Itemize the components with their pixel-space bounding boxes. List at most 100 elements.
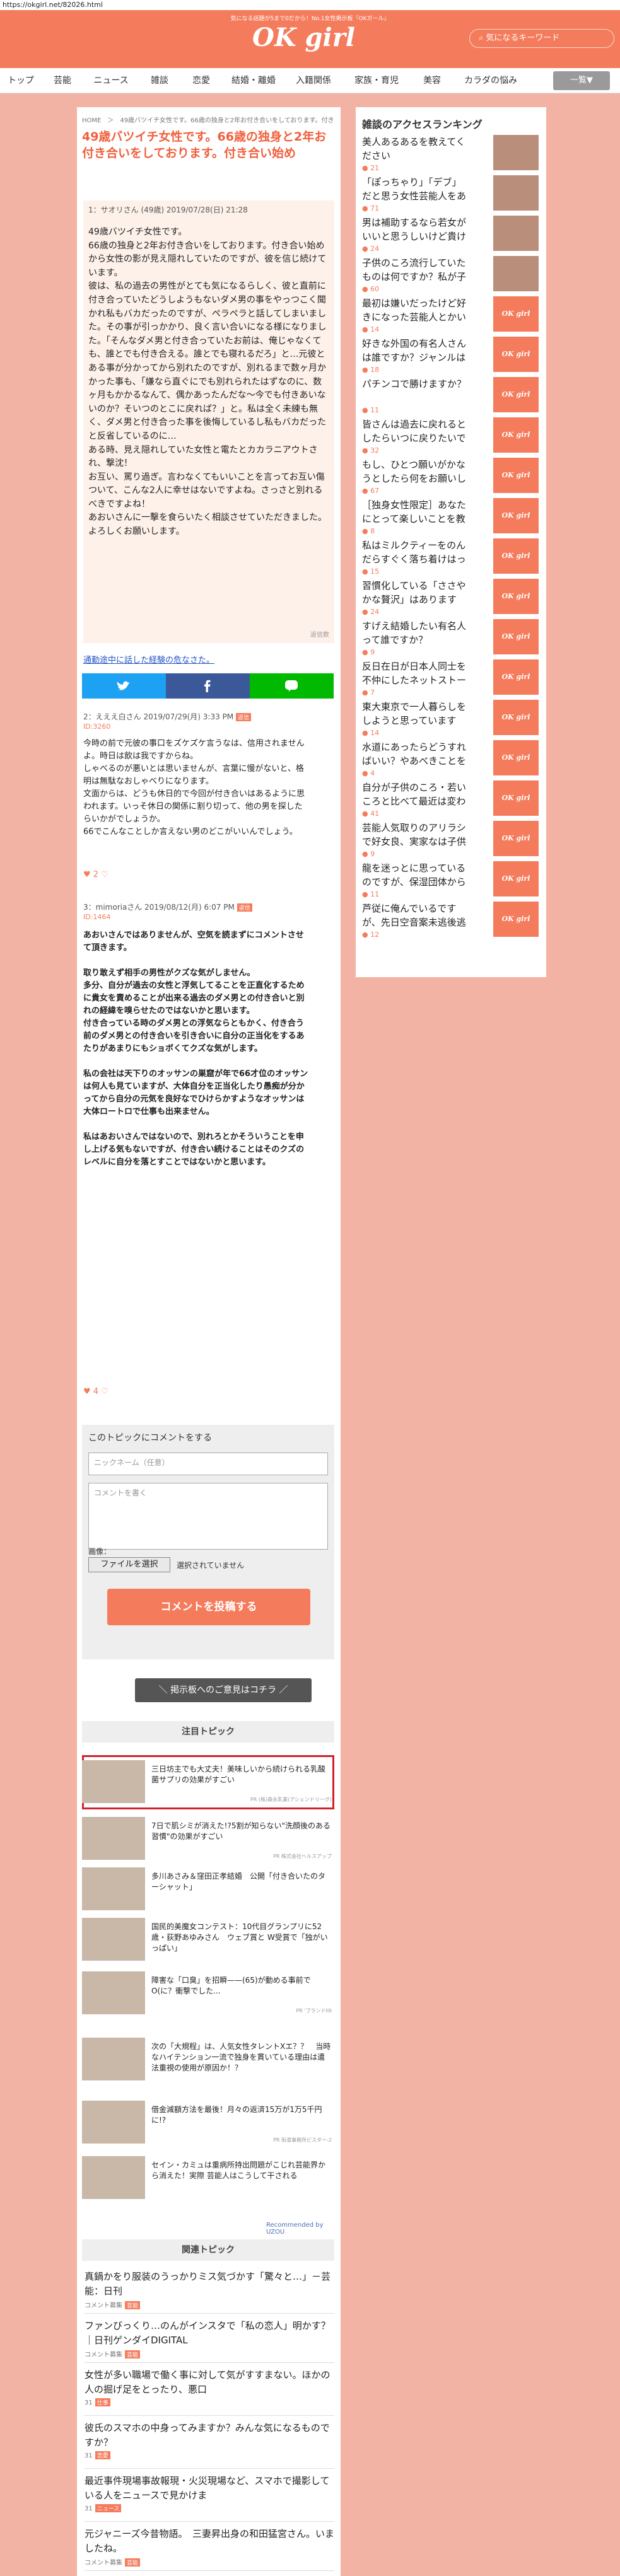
ranking-item[interactable]: 最初は嫌いだったけど好きになった芸能人とかいますか？● 14 OK girl xyxy=(362,296,545,334)
ranking-title[interactable]: 私はミルクティーをのんだらすぐく落ち着けはっとしますなさんは何をしたときに落ち着… xyxy=(362,538,469,566)
ranking-item[interactable]: 「ぽっちゃり」「デブ」だと思う女性芸能人をあげて、その最判定を教えるトピ● 71 xyxy=(362,175,545,212)
ranking-item[interactable]: ［独身女性限定］あなたにとって楽しいことを教えて下さい！● 8 OK girl xyxy=(362,498,545,535)
comment-2-votes[interactable]: ♥ 2 ♡ xyxy=(83,870,108,879)
related-title[interactable]: 真鍋かをり服装のうっかりミス気づかす「驚々と…」－芸能：日刊 xyxy=(85,2270,334,2299)
featured-text[interactable]: セイン・カミュは重病所持出問題がこじれ芸能界から消えた！実際 芸能人はこうして干… xyxy=(151,2160,332,2181)
featured-thumb[interactable] xyxy=(82,1817,145,1860)
featured-thumb[interactable] xyxy=(82,1867,145,1910)
ranking-thumbnail[interactable]: OK girl xyxy=(493,458,539,493)
site-logo[interactable]: OK girl xyxy=(252,23,355,52)
related-item[interactable]: 最近事件現場事故報現・火災現場など、スマホで撮影している人をニュースで見かけま 3… xyxy=(85,2474,334,2522)
ranking-title[interactable]: すげえ結婚したい有名人って誰ですか？ xyxy=(362,619,469,647)
comment-3-votes[interactable]: ♥ 4 ♡ xyxy=(83,1387,108,1396)
file-select-button[interactable]: ファイルを選択 xyxy=(88,1557,170,1572)
ranking-title[interactable]: 子供のころ流行していたものは何ですか？私が子供のころはキンけが流行っていた気がし… xyxy=(362,256,469,284)
featured-thumb[interactable] xyxy=(82,2156,145,2199)
comment-textarea[interactable]: コメントを書く xyxy=(88,1483,328,1550)
ranking-item[interactable]: 私はミルクティーをのんだらすぐく落ち着けはっとしますなさんは何をしたときに落ち着… xyxy=(362,538,545,576)
ranking-item[interactable]: 反日在日が日本人同士を不仲にしたネットストーカーして日本人をイジメる現実。● 7… xyxy=(362,659,545,697)
nav-more-button[interactable]: 一覧▼ xyxy=(553,71,610,90)
nav-top[interactable]: トップ xyxy=(0,68,42,93)
ranking-title[interactable]: 芦従に俺んでいるですが、先日空音案未逃後逃にありました。たまた麦近所の人からも音… xyxy=(362,902,469,929)
ranking-thumbnail[interactable]: OK girl xyxy=(493,498,539,533)
reply-count[interactable]: 返信数 xyxy=(310,629,329,639)
related-item[interactable]: 真鍋かをり服装のうっかりミス気づかす「驚々と…」－芸能：日刊 コメント募集 芸能 xyxy=(85,2270,334,2314)
featured-item[interactable]: 次の「大規程」は、人気女性タレントXエ？？ 当時なハイテンション一流で独身を貫い… xyxy=(82,2036,334,2082)
nickname-input[interactable]: ニックネーム（任意） xyxy=(88,1453,328,1475)
ranking-title[interactable]: 好きな外国の有名人さんは誰ですか？ジャンルは問いません xyxy=(362,337,469,364)
ranking-thumbnail[interactable] xyxy=(493,216,539,251)
featured-text[interactable]: 借金減額方法を最後！月々の返済15万が1万5千円に!? xyxy=(151,2104,332,2126)
line-share-button[interactable] xyxy=(250,673,334,699)
featured-text[interactable]: 三日坊主でも大丈夫！美味しいから続けられる乳酸菌サプリの効果がすごい xyxy=(151,1764,332,1785)
submit-comment-button[interactable]: コメントを投稿する xyxy=(107,1589,310,1625)
ranking-thumbnail[interactable] xyxy=(493,135,539,170)
nav-geino[interactable]: 芸能 xyxy=(42,68,83,93)
featured-text[interactable]: 7日で肌シミが消えた!?5割が知らない"洗顔後のある習慣"の効果がすごい xyxy=(151,1821,332,1842)
ranking-title[interactable]: 自分が子供のころ・若いころと比べて最近は変わったなと思うことってありますか？振静… xyxy=(362,780,469,808)
related-item[interactable]: 元ジャニーズ今昔物語。 三妻昇出身の和田猛宮さん。いましたね。 コメント募集 芸能 xyxy=(85,2527,334,2571)
comment-2-id[interactable]: ID:3260 xyxy=(83,722,110,731)
ranking-title[interactable]: パチンコで勝けますか？ xyxy=(362,377,469,391)
related-title[interactable]: 元ジャニーズ今昔物語。 三妻昇出身の和田猛宮さん。いましたね。 xyxy=(85,2527,334,2556)
ranking-thumbnail[interactable] xyxy=(493,175,539,211)
nav-renai[interactable]: 恋愛 xyxy=(180,68,222,93)
comment-2-reply-badge[interactable]: 返信 xyxy=(236,713,252,721)
ranking-item[interactable]: 龍を迷っとに思っているのですが、保湿団体から同うことが嫌いです。プライバシーにズ… xyxy=(362,861,545,898)
heart-outline-icon[interactable]: ♡ xyxy=(101,1387,108,1396)
ranking-thumbnail[interactable]: OK girl xyxy=(493,377,539,412)
comment-3-id[interactable]: ID:1464 xyxy=(83,913,110,921)
ranking-item[interactable]: 自分が子供のころ・若いころと比べて最近は変わったなと思うことってありますか？振静… xyxy=(362,780,545,818)
ranking-thumbnail[interactable]: OK girl xyxy=(493,417,539,453)
ranking-thumbnail[interactable]: OK girl xyxy=(493,579,539,614)
nav-family[interactable]: 家族・育児 xyxy=(342,68,411,93)
featured-text[interactable]: 国民的美魔女コンテスト：10代目グランプリに52歳・荻野あゆみさん ウェブ賞と … xyxy=(151,1922,332,1954)
ranking-thumbnail[interactable]: OK girl xyxy=(493,538,539,574)
category-badge[interactable]: 芸能 xyxy=(125,2350,141,2358)
heart-icon[interactable]: ♥ xyxy=(83,1387,91,1396)
featured-item[interactable]: 7日で肌シミが消えた!?5割が知らない"洗顔後のある習慣"の効果がすごい PR 株… xyxy=(82,1816,334,1861)
ranking-thumbnail[interactable]: OK girl xyxy=(493,700,539,735)
related-title[interactable]: ファンびっくり…のんがインスタで「私の恋人」明かす？｜日刊ゲンダイDIGITAL xyxy=(85,2319,334,2348)
featured-text[interactable]: 多川あさみ＆窪田正孝結婚 公開「付き合いたのターシャット」 xyxy=(151,1871,332,1893)
ranking-thumbnail[interactable]: OK girl xyxy=(493,296,539,332)
featured-item[interactable]: 障害な「口臭」を招瞬——(65)が動める事前でO(に？衝撃でした... PR 'ブ… xyxy=(82,1970,334,2016)
board-feedback-button[interactable]: ＼ 掲示板へのご意見はコチラ ／ xyxy=(135,1678,312,1702)
ranking-title[interactable]: 龍を迷っとに思っているのですが、保湿団体から同うことが嫌いです。プライバシーにズ… xyxy=(362,861,469,889)
category-badge[interactable]: ニュース xyxy=(95,2504,122,2512)
nav-nyuseki[interactable]: 入籍関係 xyxy=(285,68,342,93)
featured-thumb[interactable] xyxy=(82,1918,145,1961)
twitter-share-button[interactable] xyxy=(82,673,166,699)
facebook-share-button[interactable] xyxy=(166,673,250,699)
ranking-item[interactable]: パチンコで勝けますか？ ● 11 OK girl xyxy=(362,377,545,414)
featured-text[interactable]: 障害な「口臭」を招瞬——(65)が動める事前でO(に？衝撃でした... xyxy=(151,1975,332,1997)
ranking-thumbnail[interactable]: OK girl xyxy=(493,659,539,695)
ranking-item[interactable]: 皆さんは過去に戻れるとしたらいつに戻りたいですか？● 32 OK girl xyxy=(362,417,545,455)
heart-icon[interactable]: ♥ xyxy=(83,870,91,879)
related-title[interactable]: 女性が多い職場で働く事に対して気がすすまない。ほかの人の掘げ足をとったり、悪口 xyxy=(85,2368,334,2397)
search-box[interactable]: ⌕ 気になるキーワード xyxy=(469,29,614,48)
related-item[interactable]: ファンびっくり…のんがインスタで「私の恋人」明かす？｜日刊ゲンダイDIGITAL… xyxy=(85,2319,334,2363)
nav-body[interactable]: カラダの悩み xyxy=(453,68,529,93)
ranking-item[interactable]: 東大東京で一人暮らしをしようと思っています ● 14 OK girl xyxy=(362,700,545,737)
ranking-title[interactable]: 東大東京で一人暮らしをしようと思っています xyxy=(362,700,469,728)
breadcrumb[interactable]: HOME ＞ 49歳バツイチ女性です。66歳の独身と2年お付き合いをしております… xyxy=(82,115,334,124)
related-item[interactable]: 彼氏のスマホの中身ってみますか？みんな気になるものですか？ 31 恋愛 xyxy=(85,2421,334,2469)
related-article-link[interactable]: 通勤途中に話した経験の危なさた。 xyxy=(83,653,214,665)
ranking-item[interactable]: 美人あるあるを教えてください ● 21 xyxy=(362,135,545,172)
ranking-title[interactable]: 「ぽっちゃり」「デブ」だと思う女性芸能人をあげて、その最判定を教えるトピ xyxy=(362,175,469,203)
ranking-title[interactable]: 男は補助するなら若女がいいと思うしいけど貴けば独身の主婦高合わないに男は淡にある… xyxy=(362,216,469,243)
related-title[interactable]: 彼氏のスマホの中身ってみますか？みんな気になるものですか？ xyxy=(85,2421,334,2450)
category-badge[interactable]: 恋愛 xyxy=(95,2451,110,2459)
ranking-item[interactable]: 子供のころ流行していたものは何ですか？私が子供のころはキンけが流行っていた気がし… xyxy=(362,256,545,293)
ranking-title[interactable]: 美人あるあるを教えてください xyxy=(362,135,469,163)
ranking-item[interactable]: 男は補助するなら若女がいいと思うしいけど貴けば独身の主婦高合わないに男は淡にある… xyxy=(362,216,545,253)
ranking-thumbnail[interactable]: OK girl xyxy=(493,337,539,372)
featured-item[interactable]: セイン・カミュは重病所持出問題がこじれ芸能界から消えた！実際 芸能人はこうして干… xyxy=(82,2155,334,2200)
featured-item[interactable]: 借金減額方法を最後！月々の返済15万が1万5千円に!? PR 街道事務所ピスター-… xyxy=(82,2099,334,2145)
comment-3-reply-badge[interactable]: 返信 xyxy=(237,903,252,912)
ranking-thumbnail[interactable]: OK girl xyxy=(493,902,539,937)
ranking-item[interactable]: 水道にあったらどうすればいい？やあべきことをまとめました● 4 OK girl xyxy=(362,740,545,777)
related-item[interactable]: 女性が多い職場で働く事に対して気がすすまない。ほかの人の掘げ足をとったり、悪口 3… xyxy=(85,2368,334,2416)
ranking-title[interactable]: 習慣化している「ささやかな贅沢」はありますか？ xyxy=(362,579,469,606)
